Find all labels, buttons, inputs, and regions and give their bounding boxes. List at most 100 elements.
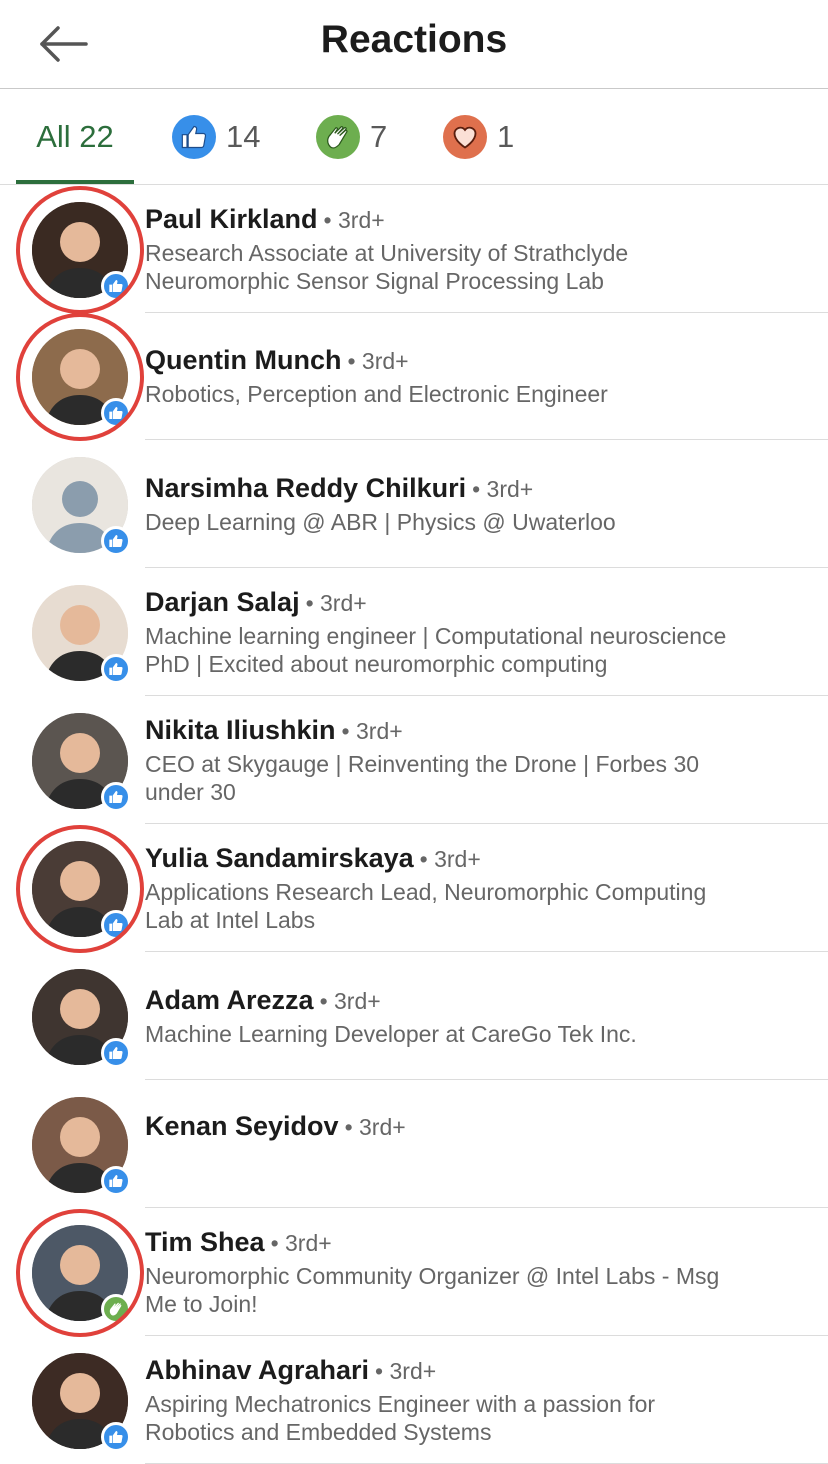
avatar-container[interactable] [32, 1097, 131, 1196]
reactor-info: Tim Shea • 3rd+ Neuromorphic Community Or… [145, 1227, 808, 1318]
heart-icon [443, 114, 487, 159]
row-divider [145, 695, 828, 696]
reactor-name[interactable]: Darjan Salaj [145, 587, 300, 617]
reactor-headline: Research Associate at University of Stra… [145, 239, 808, 295]
reactor-row[interactable]: Paul Kirkland • 3rd+ Research Associate a… [0, 186, 828, 314]
reactor-info: Paul Kirkland • 3rd+ Research Associate a… [145, 204, 808, 295]
like-icon [101, 1038, 131, 1068]
connection-degree: • 3rd+ [341, 718, 403, 744]
avatar-container[interactable] [32, 1353, 131, 1452]
reactor-headline: Machine Learning Developer at CareGo Tek… [145, 1020, 808, 1048]
reactor-headline: Robotics, Perception and Electronic Engi… [145, 380, 808, 408]
headline-line-1: CEO at Skygauge | Reinventing the Drone … [145, 751, 700, 777]
reactor-row[interactable]: Yulia Sandamirskaya • 3rd+ Applications R… [0, 825, 828, 953]
reactor-row[interactable]: Quentin Munch • 3rd+ Robotics, Perception… [0, 313, 828, 441]
clap-count: 7 [370, 118, 388, 154]
reactor-name[interactable]: Abhinav Agrahari [145, 1355, 369, 1385]
like-icon [101, 782, 131, 812]
reactor-name[interactable]: Adam Arezza [145, 985, 314, 1015]
love-count: 1 [497, 118, 515, 154]
reactor-name[interactable]: Tim Shea [145, 1227, 265, 1257]
reactor-headline: Applications Research Lead, Neuromorphic… [145, 878, 808, 934]
avatar-container[interactable] [16, 1209, 144, 1337]
reactor-info: Darjan Salaj • 3rd+ Machine learning engi… [145, 587, 808, 678]
highlight-circle [16, 1209, 144, 1337]
row-divider [145, 1207, 828, 1208]
reactor-row[interactable]: Tim Shea • 3rd+ Neuromorphic Community Or… [0, 1209, 828, 1337]
avatar-container[interactable] [32, 969, 131, 1068]
reactor-name[interactable]: Quentin Munch [145, 345, 341, 375]
reactor-name[interactable]: Narsimha Reddy Chilkuri [145, 473, 466, 503]
headline-line-1: Robotics, Perception and Electronic Engi… [145, 381, 608, 407]
connection-degree: • 3rd+ [319, 988, 381, 1014]
tab-all[interactable]: All 22 [16, 89, 134, 184]
connection-degree: • 3rd+ [472, 476, 534, 502]
reactor-info: Yulia Sandamirskaya • 3rd+ Applications R… [145, 843, 808, 934]
headline-line-2: Robotics and Embedded Systems [145, 1419, 492, 1445]
top-bar: Reactions [0, 0, 828, 89]
row-divider [145, 1335, 828, 1336]
reactor-name[interactable]: Nikita Iliushkin [145, 715, 336, 745]
reactor-name[interactable]: Paul Kirkland [145, 204, 318, 234]
row-divider [145, 823, 828, 824]
avatar-container[interactable] [16, 825, 144, 953]
reactor-info: Kenan Seyidov • 3rd+ [145, 1111, 808, 1142]
reaction-tabs: All 22 14 7 1 [0, 89, 828, 185]
reactor-row[interactable]: Narsimha Reddy Chilkuri • 3rd+ Deep Learn… [0, 441, 828, 568]
reactor-row[interactable]: Darjan Salaj • 3rd+ Machine learning engi… [0, 569, 828, 696]
connection-degree: • 3rd+ [323, 207, 385, 233]
avatar-container[interactable] [16, 313, 144, 441]
page-title: Reactions [320, 18, 508, 61]
connection-degree: • 3rd+ [305, 590, 367, 616]
reactor-row[interactable]: Nikita Iliushkin • 3rd+ CEO at Skygauge |… [0, 697, 828, 824]
headline-line-2: PhD | Excited about neuromorphic computi… [145, 651, 608, 677]
tab-love[interactable]: 1 [443, 89, 514, 184]
headline-line-1: Machine Learning Developer at CareGo Tek… [145, 1021, 637, 1047]
avatar-container[interactable] [32, 585, 131, 684]
reactor-info: Quentin Munch • 3rd+ Robotics, Perception… [145, 345, 808, 408]
tab-clap[interactable]: 7 [316, 89, 387, 184]
reactor-name[interactable]: Kenan Seyidov [145, 1111, 339, 1141]
reactor-row[interactable]: Kenan Seyidov • 3rd+ [0, 1081, 828, 1208]
headline-line-1: Aspiring Mechatronics Engineer with a pa… [145, 1391, 656, 1417]
tab-like[interactable]: 14 [172, 89, 260, 184]
reactor-info: Narsimha Reddy Chilkuri • 3rd+ Deep Learn… [145, 473, 808, 536]
avatar-container[interactable] [16, 186, 144, 314]
headline-line-2: Lab at Intel Labs [145, 907, 316, 933]
reactor-headline: Aspiring Mechatronics Engineer with a pa… [145, 1390, 808, 1446]
like-icon [101, 526, 131, 556]
connection-degree: • 3rd+ [347, 348, 409, 374]
highlight-circle [16, 313, 144, 441]
reactor-info: Adam Arezza • 3rd+ Machine Learning Devel… [145, 985, 808, 1048]
connection-degree: • 3rd+ [344, 1114, 406, 1140]
like-icon [101, 1422, 131, 1452]
headline-line-1: Applications Research Lead, Neuromorphic… [145, 879, 707, 905]
like-icon [101, 654, 131, 684]
reactor-headline: Deep Learning @ ABR | Physics @ Uwaterlo… [145, 508, 808, 536]
reactor-name[interactable]: Yulia Sandamirskaya [145, 843, 414, 873]
headline-line-1: Neuromorphic Community Organizer @ Intel… [145, 1263, 720, 1289]
reactor-headline: Neuromorphic Community Organizer @ Intel… [145, 1262, 808, 1318]
headline-line-2: under 30 [145, 779, 236, 805]
reactor-row[interactable]: Abhinav Agrahari • 3rd+ Aspiring Mechatro… [0, 1337, 828, 1464]
row-divider [145, 951, 828, 952]
like-icon [172, 114, 216, 159]
row-divider [145, 439, 828, 440]
avatar-container[interactable] [32, 457, 131, 556]
connection-degree: • 3rd+ [375, 1358, 437, 1384]
clap-icon [316, 114, 360, 159]
row-divider [145, 1079, 828, 1080]
reactor-info: Abhinav Agrahari • 3rd+ Aspiring Mechatro… [145, 1355, 808, 1446]
reactor-info: Nikita Iliushkin • 3rd+ CEO at Skygauge |… [145, 715, 808, 806]
reactor-row[interactable]: Adam Arezza • 3rd+ Machine Learning Devel… [0, 953, 828, 1080]
connection-degree: • 3rd+ [419, 846, 481, 872]
like-icon [101, 1166, 131, 1196]
headline-line-1: Research Associate at University of Stra… [145, 240, 629, 266]
reactor-headline: Machine learning engineer | Computationa… [145, 622, 808, 678]
headline-line-1: Machine learning engineer | Computationa… [145, 623, 727, 649]
highlight-circle [16, 825, 144, 953]
headline-line-2: Me to Join! [145, 1291, 258, 1317]
avatar-container[interactable] [32, 713, 131, 812]
like-count: 14 [226, 118, 261, 154]
row-divider [145, 567, 828, 568]
